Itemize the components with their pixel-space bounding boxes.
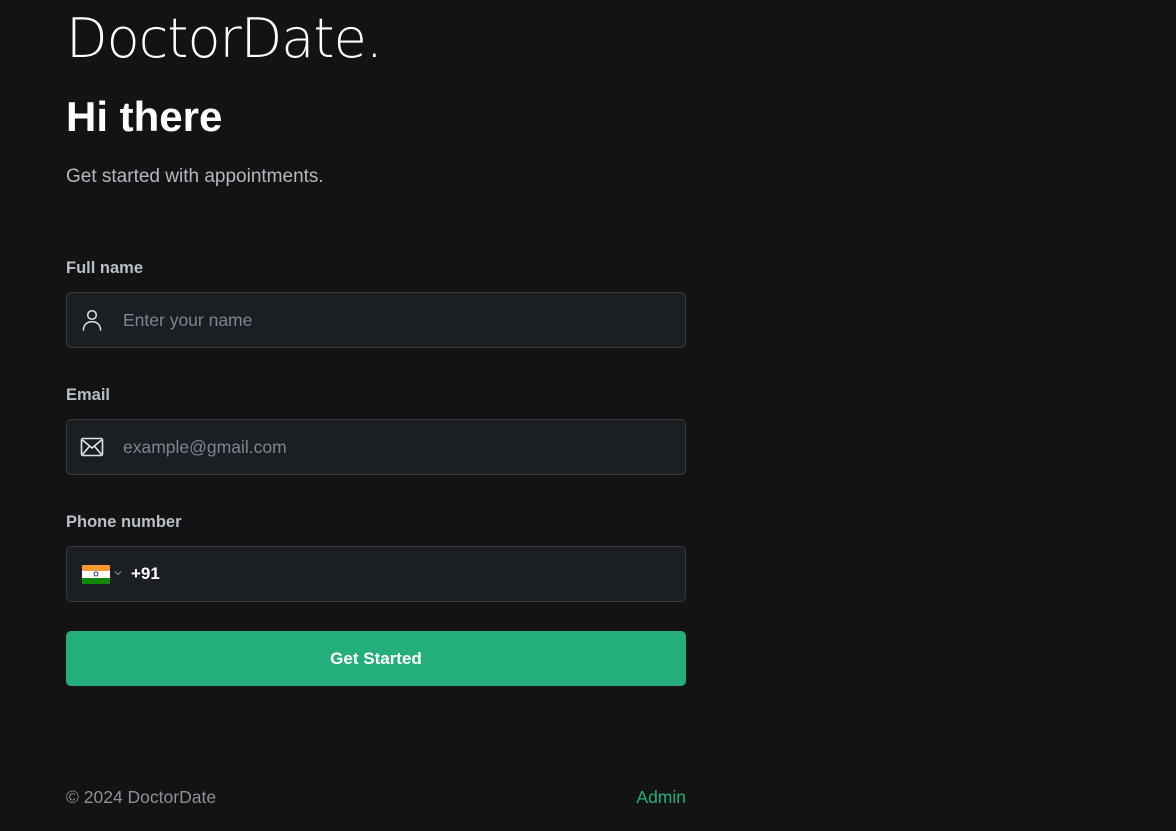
full-name-label: Full name — [66, 259, 144, 277]
admin-link[interactable]: Admin — [636, 786, 686, 808]
mail-icon — [80, 437, 104, 457]
get-started-button[interactable]: Get Started — [66, 631, 686, 686]
india-flag-icon[interactable] — [82, 565, 110, 584]
chevron-down-icon[interactable] — [114, 569, 122, 577]
email-input[interactable] — [123, 420, 663, 474]
full-name-field[interactable] — [66, 292, 686, 348]
page-subtitle: Get started with appointments. — [66, 166, 324, 187]
phone-input[interactable] — [167, 547, 667, 601]
phone-label: Phone number — [66, 513, 182, 531]
email-label: Email — [66, 386, 111, 404]
email-field[interactable] — [66, 419, 686, 475]
country-code: +91 — [131, 564, 160, 583]
phone-field[interactable]: +91 — [66, 546, 686, 602]
user-icon — [82, 309, 102, 331]
copyright-text: © 2024 DoctorDate — [66, 787, 217, 807]
page-title: Hi there — [66, 93, 223, 140]
full-name-input[interactable] — [123, 293, 663, 347]
brand-logo: DoctorDate. — [66, 7, 383, 70]
onboarding-page: DoctorDate. Hi there Get started with ap… — [0, 0, 1176, 831]
